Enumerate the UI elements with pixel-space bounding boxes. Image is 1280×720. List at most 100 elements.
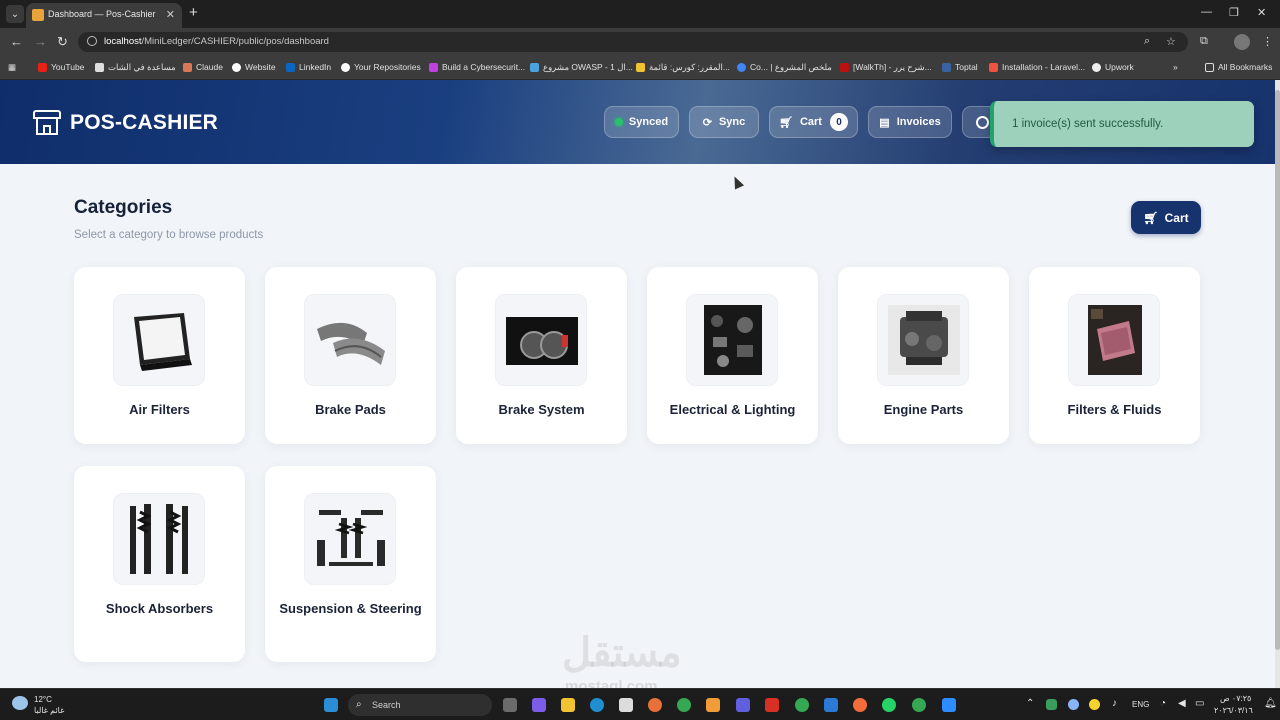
notifications-icon[interactable]: 🔔︎ (1264, 698, 1277, 709)
category-card-filters-fluids[interactable]: Filters & Fluids (1029, 267, 1200, 444)
category-card-brake-system[interactable]: Brake System (456, 267, 627, 444)
chrome-active-icon[interactable] (795, 698, 809, 712)
file-explorer-icon[interactable] (561, 698, 575, 712)
start-windows-icon[interactable] (324, 698, 338, 712)
new-tab-icon[interactable]: + (189, 5, 198, 21)
category-card-brake-pads[interactable]: Brake Pads (265, 267, 436, 444)
apps-grid-icon[interactable]: ▦ (8, 62, 16, 73)
page-scrollbar[interactable] (1275, 80, 1280, 688)
url-field[interactable]: localhost/MiniLedger/CASHIER/public/pos/… (78, 32, 1188, 52)
language-indicator[interactable]: ENG (1132, 700, 1149, 709)
copilot-icon[interactable] (532, 698, 546, 712)
extensions-icon[interactable]: ⧉ (1200, 35, 1208, 48)
bookmark-walkthrough[interactable]: [WalkTh] - شرح يرر... (840, 62, 932, 73)
category-name: Engine Parts (883, 402, 964, 417)
invoices-button[interactable]: ▤ Invoices (868, 106, 952, 138)
edge-icon[interactable] (590, 698, 604, 712)
site-info-icon[interactable] (87, 36, 97, 46)
bookmark-laravel[interactable]: Installation - Laravel... (989, 62, 1085, 72)
category-name: Air Filters (129, 402, 190, 417)
tab-search-icon[interactable]: ⌄ (6, 5, 24, 23)
header-cart-button[interactable]: 🛒︎ Cart 0 (769, 106, 858, 138)
zoom-icon[interactable]: ⌕ (1144, 35, 1150, 48)
xampp-icon[interactable] (706, 698, 720, 712)
show-hidden-icons[interactable]: ⌃ (1026, 698, 1034, 709)
more-bookmarks-icon[interactable]: » (1173, 62, 1178, 72)
store-app-icon[interactable] (619, 698, 633, 712)
category-card-electrical-lighting[interactable]: Electrical & Lighting (647, 267, 818, 444)
cart-count-badge: 0 (829, 113, 848, 131)
profile-avatar[interactable] (1234, 34, 1250, 50)
page-title: Categories (74, 197, 173, 218)
user-icon (976, 116, 989, 129)
cart-button[interactable]: 🛒︎ Cart (1131, 201, 1201, 234)
all-bookmarks[interactable]: All Bookmarks (1205, 62, 1272, 72)
suspension-steering-image (304, 493, 396, 585)
search-icon: ⌕ (356, 699, 362, 710)
firefox-icon[interactable] (648, 698, 662, 712)
tray-app-icon[interactable] (1046, 699, 1057, 710)
tray-app-icon[interactable] (1089, 699, 1100, 710)
scrollbar-thumb[interactable] (1275, 90, 1280, 650)
zoom-app-icon[interactable] (942, 698, 956, 712)
reload-icon[interactable]: ↻ (57, 34, 68, 50)
bookmark-repositories[interactable]: Your Repositories (341, 62, 421, 72)
microphone-icon[interactable]: ♪ (1112, 698, 1117, 709)
brand-logo[interactable]: POS-CASHIER (33, 110, 218, 136)
windows-taskbar: 12°C غائم غالبا ⌕ Search ⌃ ♪ ENG ◔ ◀ ▭ ٠… (0, 688, 1280, 720)
bookmark-cybersecurity[interactable]: Build a Cybersecurit... (429, 62, 525, 72)
bookmark-youtube[interactable]: YouTube (38, 62, 84, 72)
bookmark-toptal[interactable]: Toptal (942, 62, 978, 72)
taskbar-search[interactable]: ⌕ Search (348, 694, 492, 716)
taskbar-search-label: Search (372, 700, 401, 710)
close-tab-icon[interactable]: ✕ (166, 8, 175, 21)
volume-icon[interactable]: ◀ (1178, 698, 1186, 709)
success-toast[interactable]: 1 invoice(s) sent successfully. (990, 101, 1254, 147)
wifi-icon[interactable]: ◔ (1160, 698, 1166, 709)
bookmark-website[interactable]: Website (232, 62, 276, 72)
maximize-icon[interactable]: ❐ (1229, 6, 1239, 19)
category-card-suspension-steering[interactable]: Suspension & Steering (265, 466, 436, 662)
wps-office-icon[interactable] (765, 698, 779, 712)
chrome-profile-icon[interactable] (912, 698, 926, 712)
category-card-air-filters[interactable]: Air Filters (74, 267, 245, 444)
url-text: localhost/MiniLedger/CASHIER/public/pos/… (104, 36, 329, 47)
whatsapp-icon[interactable] (882, 698, 896, 712)
chrome-icon[interactable] (677, 698, 691, 712)
back-icon[interactable]: ← (10, 34, 23, 50)
chat-icon (95, 63, 104, 72)
vscode-icon[interactable] (824, 698, 838, 712)
category-name: Suspension & Steering (279, 601, 422, 616)
clock-time[interactable]: ٠٧:٢٥ ص (1220, 694, 1251, 703)
bookmark-upwork[interactable]: Upwork (1092, 62, 1134, 72)
sync-button[interactable]: ⟳ Sync (689, 106, 759, 138)
store-icon (33, 110, 61, 136)
browser-tab[interactable]: Dashboard — Pos-Cashier ✕ (26, 3, 182, 28)
sync-label: Sync (718, 116, 746, 128)
weather-icon[interactable] (12, 696, 28, 710)
bookmark-course[interactable]: المقرر: كورس: قائمة... (636, 62, 730, 73)
window-close-icon[interactable]: ✕ (1257, 6, 1266, 19)
category-card-engine-parts[interactable]: Engine Parts (838, 267, 1009, 444)
forward-icon[interactable]: → (34, 34, 47, 50)
bookmark-chat-help[interactable]: مساعدة في الشات (95, 62, 176, 73)
bookmark-owasp[interactable]: مشروع OWASP - ال 1... (530, 62, 633, 73)
clock-date[interactable]: ٢٠٢٦/٠٣/١٦ (1214, 706, 1253, 715)
watermark-text: مستقل (562, 631, 682, 675)
bookmark-claude[interactable]: Claude (183, 62, 223, 72)
upwork-icon (1092, 62, 1101, 72)
minimize-icon[interactable]: — (1201, 6, 1212, 18)
battery-icon[interactable]: ▭ (1195, 698, 1204, 709)
cart-button-label: Cart (1164, 210, 1189, 225)
onedrive-icon[interactable] (1068, 699, 1079, 710)
postman-icon[interactable] (853, 698, 867, 712)
category-card-shock-absorbers[interactable]: Shock Absorbers (74, 466, 245, 662)
synced-status-button[interactable]: Synced (604, 106, 679, 138)
folder-icon (1205, 62, 1214, 72)
bookmark-linkedin[interactable]: LinkedIn (286, 62, 331, 72)
app-icon[interactable] (736, 698, 750, 712)
task-view-icon[interactable] (503, 698, 517, 712)
bookmark-star-icon[interactable]: ☆ (1166, 35, 1176, 48)
bookmark-project-summary[interactable]: Co... | ملخص المشروع (737, 62, 832, 73)
browser-menu-icon[interactable]: ⋮ (1262, 35, 1273, 48)
